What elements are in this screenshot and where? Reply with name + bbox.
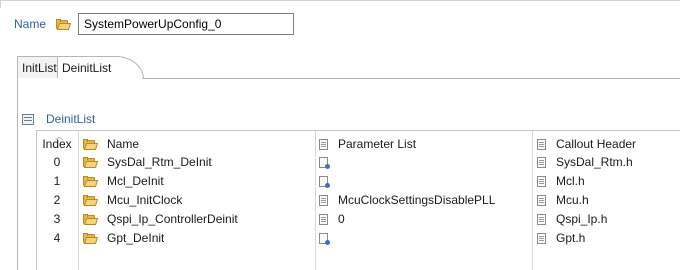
table-row[interactable]: 0 SysDal_Rtm_DeInit SysDal_Rtm.h [37, 153, 680, 172]
table-row[interactable]: 3 Qspi_Ip_ControllerDeinit 0 Qspi_Ip.h [37, 210, 680, 229]
tab-border [142, 78, 680, 79]
column-header-parameter-label: Parameter List [338, 137, 417, 151]
table-row[interactable]: 4 Gpt_DeInit Gpt.h [37, 229, 680, 248]
parameter-document-icon [319, 233, 330, 245]
row-header: Mcu.h [556, 193, 589, 207]
row-name: SysDal_Rtm_DeInit [107, 155, 212, 169]
column-header-callout-header[interactable]: Callout Header [537, 135, 636, 154]
document-icon [537, 139, 546, 150]
document-icon [537, 176, 546, 187]
row-name: Mcu_InitClock [107, 193, 183, 207]
folder-icon [83, 157, 99, 168]
table-header-row: ︿ Index Name Parameter List Callout Head… [37, 132, 680, 154]
tab-initlist[interactable]: InitList [17, 56, 61, 78]
column-header-index[interactable]: Index [37, 135, 77, 154]
section-title: DeinitList [46, 112, 96, 126]
row-name-cell[interactable]: Qspi_Ip_ControllerDeinit [83, 210, 238, 229]
row-parameter: 0 [338, 212, 345, 226]
table-row[interactable]: 2 Mcu_InitClock McuClockSettingsDisableP… [37, 191, 680, 210]
folder-icon [83, 233, 99, 244]
document-icon [319, 214, 328, 225]
row-parameter: McuClockSettingsDisablePLL [338, 193, 496, 207]
column-header-parameter-list[interactable]: Parameter List [319, 135, 416, 154]
row-name: Qspi_Ip_ControllerDeinit [107, 212, 238, 226]
column-header-name[interactable]: Name [83, 135, 139, 154]
section-header: DeinitList [22, 112, 95, 126]
row-parameter-cell[interactable] [319, 229, 332, 248]
table-row[interactable]: 1 Mcl_DeInit Mcl.h [37, 172, 680, 191]
row-name-cell[interactable]: Gpt_DeInit [83, 229, 164, 248]
row-header-cell[interactable]: SysDal_Rtm.h [537, 153, 633, 172]
tab-panel-border [17, 78, 18, 270]
name-field[interactable] [78, 13, 295, 35]
row-index: 0 [53, 155, 61, 169]
tab-curve [114, 56, 144, 79]
row-header: Gpt.h [556, 231, 586, 245]
document-icon [537, 214, 546, 225]
editor-frame-top [0, 0, 680, 8]
document-icon [537, 233, 546, 244]
row-parameter-cell[interactable] [319, 153, 332, 172]
row-index: 1 [53, 174, 61, 188]
row-name: Mcl_DeInit [107, 174, 164, 188]
row-header: SysDal_Rtm.h [556, 155, 633, 169]
row-header-cell[interactable]: Qspi_Ip.h [537, 210, 607, 229]
folder-icon [56, 18, 72, 30]
name-label: Name [14, 17, 47, 31]
row-header-cell[interactable]: Gpt.h [537, 229, 585, 248]
row-index: 4 [53, 231, 61, 245]
row-name-cell[interactable]: Mcu_InitClock [83, 191, 182, 210]
row-header-cell[interactable]: Mcu.h [537, 191, 589, 210]
row-index: 3 [53, 212, 61, 226]
folder-icon [83, 195, 99, 206]
row-index: 2 [53, 193, 61, 207]
document-icon [319, 195, 328, 206]
row-name-cell[interactable]: Mcl_DeInit [83, 172, 164, 191]
tab-deinitlist[interactable]: DeinitList [57, 56, 115, 78]
row-parameter-cell[interactable] [319, 172, 332, 191]
row-header: Mcl.h [556, 174, 585, 188]
parameter-document-icon [319, 176, 330, 188]
row-name-cell[interactable]: SysDal_Rtm_DeInit [83, 153, 212, 172]
parameter-document-icon [319, 157, 330, 169]
column-header-callout-label: Callout Header [556, 137, 637, 151]
row-name: Gpt_DeInit [107, 231, 165, 245]
document-icon [537, 157, 546, 168]
deinit-table: ︿ Index Name Parameter List Callout Head… [36, 130, 680, 270]
row-header-cell[interactable]: Mcl.h [537, 172, 585, 191]
section-list-icon [22, 113, 34, 125]
folder-icon [83, 176, 99, 187]
row-parameter-cell[interactable]: 0 [319, 210, 345, 229]
column-header-name-label: Name [107, 137, 140, 151]
folder-icon [83, 214, 99, 225]
document-icon [537, 195, 546, 206]
row-header: Qspi_Ip.h [556, 212, 608, 226]
row-parameter-cell[interactable]: McuClockSettingsDisablePLL [319, 191, 495, 210]
folder-icon [83, 139, 99, 150]
document-icon [319, 139, 328, 150]
name-row: Name [14, 13, 295, 35]
